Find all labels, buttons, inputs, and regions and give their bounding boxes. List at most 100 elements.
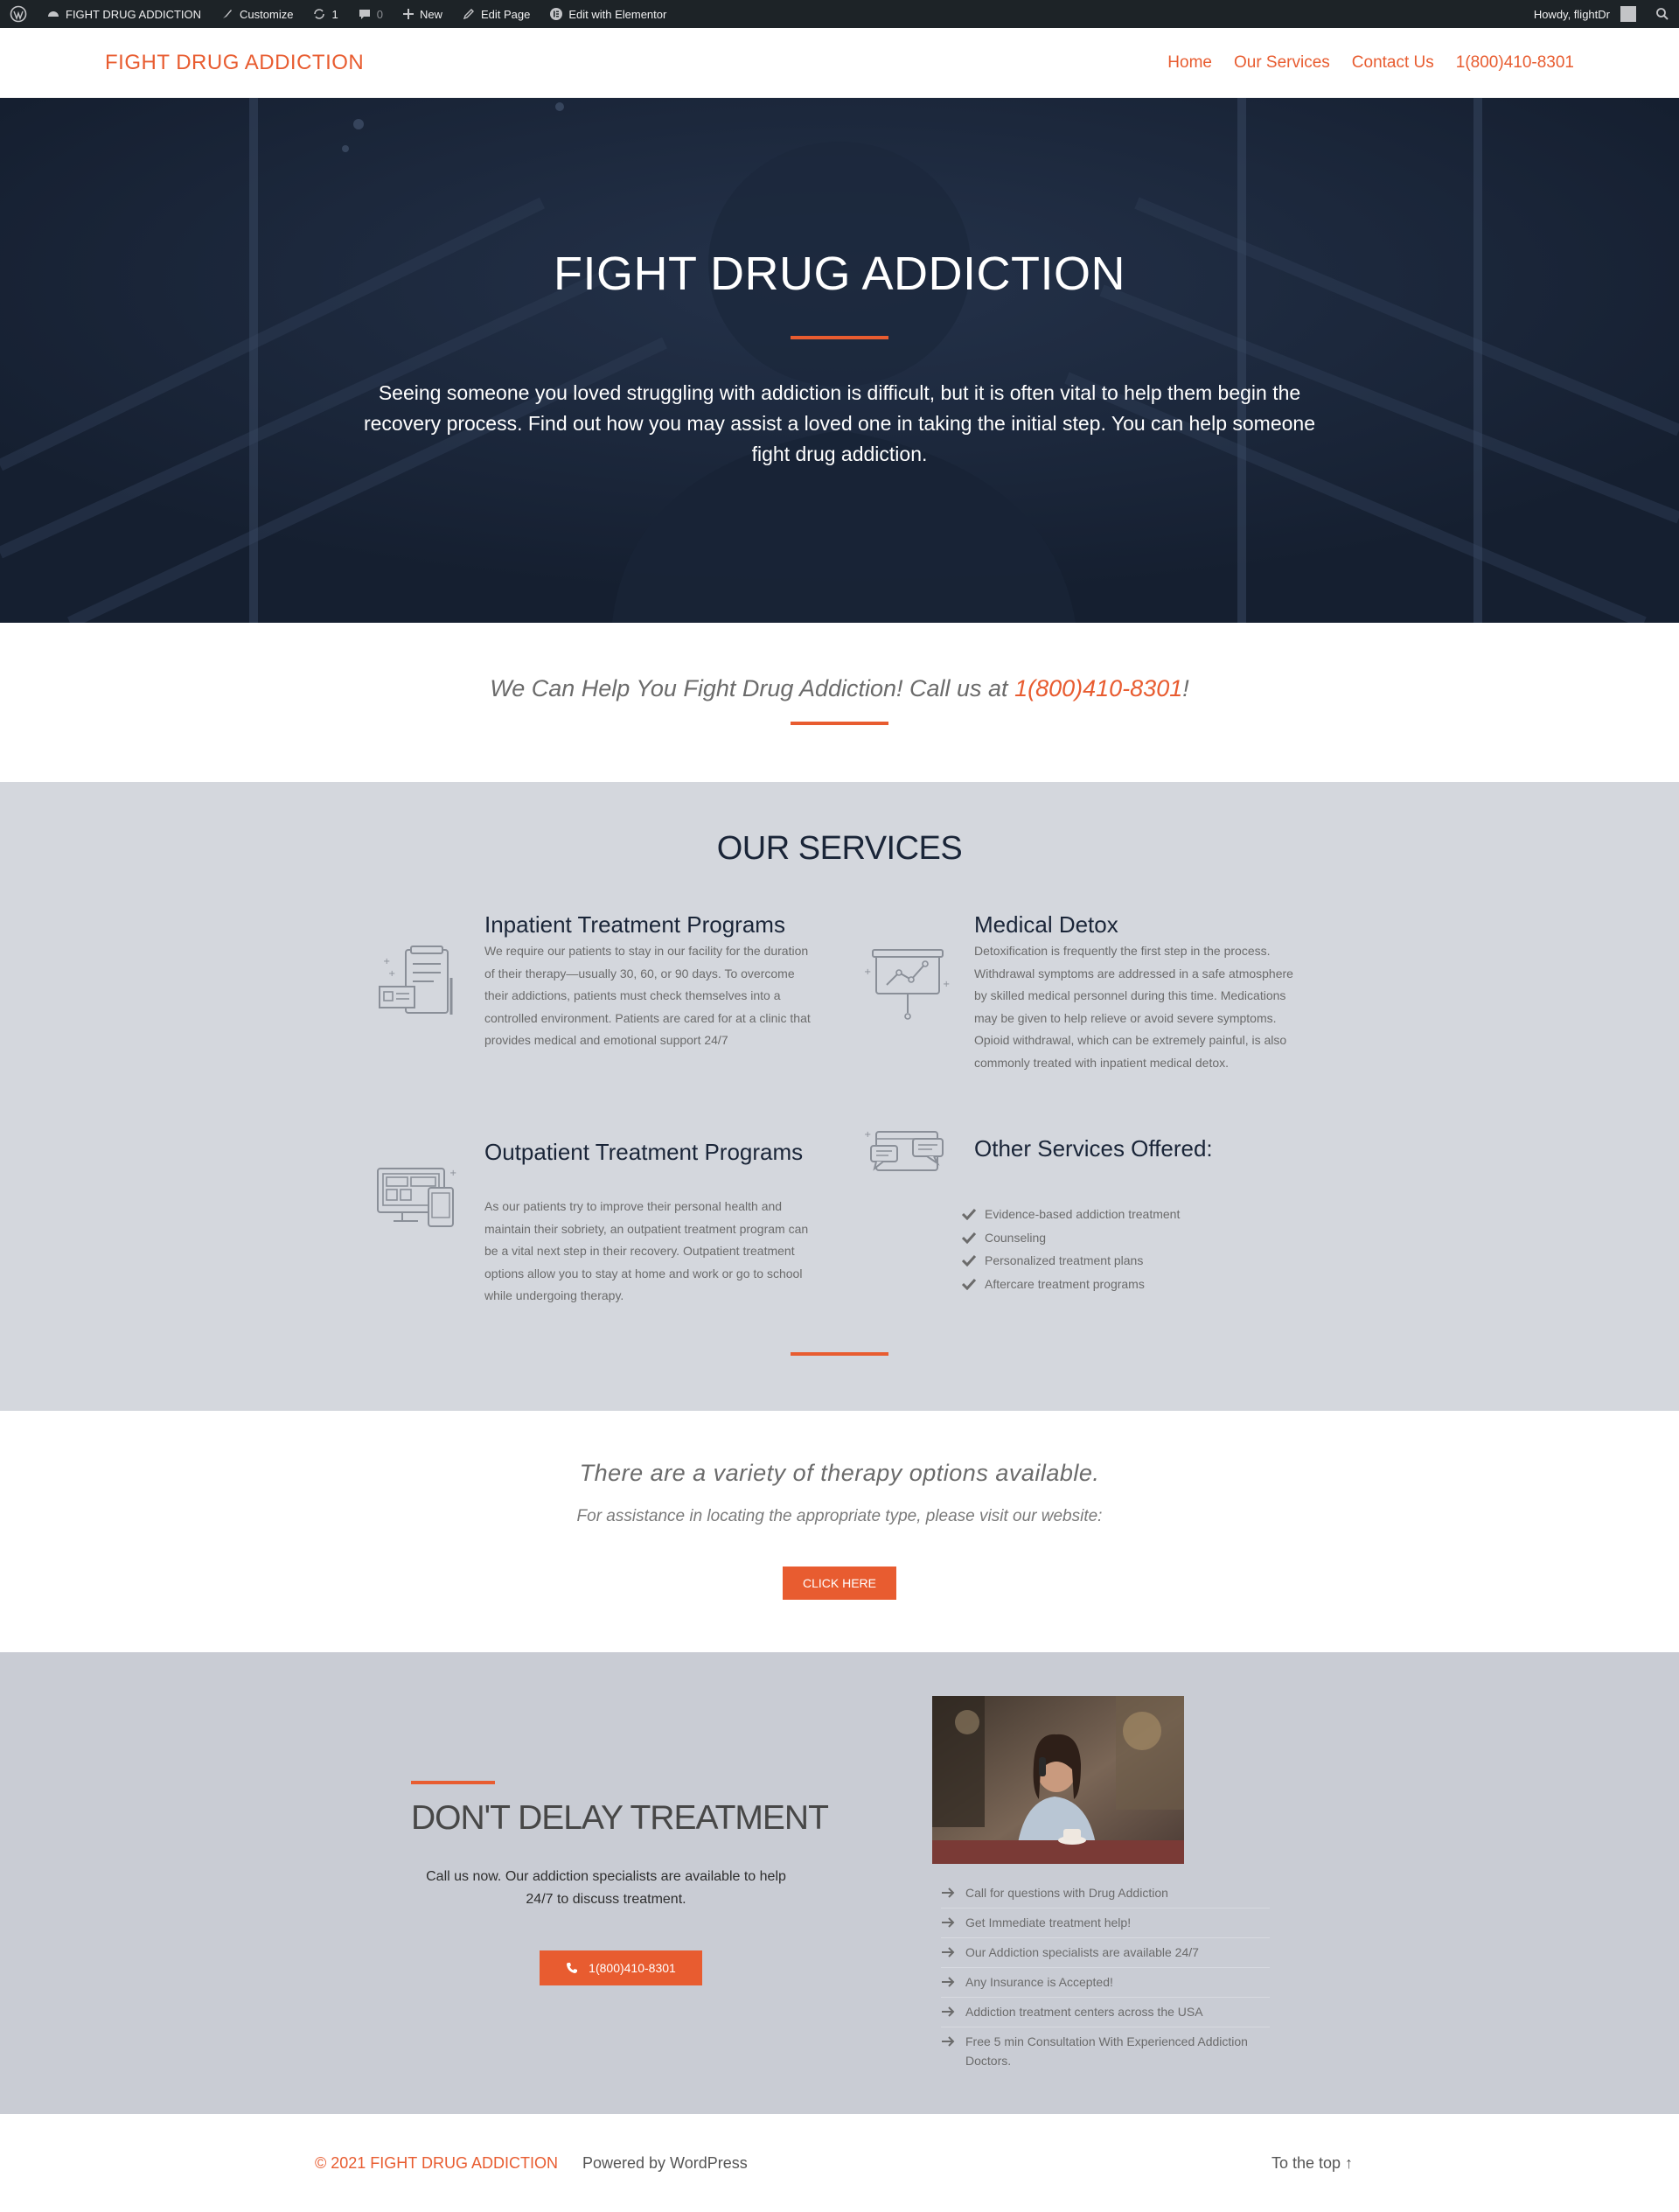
- benefit-label: Call for questions with Drug Addiction: [965, 1886, 1168, 1900]
- therapy-subtitle: For assistance in locating the appropria…: [576, 1507, 1103, 1525]
- site-footer: © 2021 FIGHT DRUG ADDICTION Powered by W…: [0, 2114, 1679, 2212]
- other-services-title: Other Services Offered:: [974, 1135, 1213, 1162]
- elementor-icon: [550, 8, 563, 20]
- arrow-right-icon: [942, 1977, 955, 1987]
- avatar: [1620, 6, 1636, 22]
- footer-powered-by[interactable]: Powered by WordPress: [582, 2154, 748, 2173]
- benefit-label: Any Insurance is Accepted!: [965, 1975, 1113, 1989]
- nav-home[interactable]: Home: [1167, 53, 1212, 73]
- other-services-list: Evidence-based addiction treatment Couns…: [962, 1203, 1180, 1295]
- admin-customize[interactable]: Customize: [211, 0, 303, 28]
- call-banner-lead: We Can Help You Fight Drug Addiction! Ca…: [490, 675, 1015, 701]
- outpatient-text: As our patients try to improve their per…: [484, 1199, 809, 1302]
- admin-edit-page-label: Edit Page: [480, 7, 531, 21]
- other-service-label: Aftercare treatment programs: [985, 1276, 1145, 1291]
- search-icon: [1656, 8, 1669, 20]
- admin-customize-label: Customize: [240, 7, 294, 21]
- delay-text: Call us now. Our addiction specialists a…: [426, 1869, 786, 1907]
- admin-edit-page[interactable]: Edit Page: [452, 0, 540, 28]
- admin-howdy: Howdy, flightDr: [1533, 7, 1610, 21]
- svg-text:+: +: [864, 967, 871, 977]
- benefit-label: Addiction treatment centers across the U…: [965, 2005, 1203, 2019]
- delay-heading: DON'T DELAY TREATMENT: [411, 1799, 829, 1837]
- admin-comments[interactable]: 0: [348, 0, 393, 28]
- svg-text:+: +: [864, 1130, 871, 1140]
- hero-text: Seeing someone you loved struggling with…: [363, 381, 1316, 465]
- click-here-button[interactable]: CLICK HERE: [783, 1567, 896, 1600]
- nav-phone[interactable]: 1(800)410-8301: [1456, 53, 1574, 73]
- therapy-section: There are a variety of therapy options a…: [0, 1411, 1679, 1652]
- call-banner-suffix: !: [1182, 675, 1189, 701]
- list-item: Free 5 min Consultation With Experienced…: [941, 2027, 1270, 2075]
- check-icon: [962, 1232, 976, 1244]
- site-title[interactable]: FIGHT DRUG ADDICTION: [105, 51, 364, 75]
- call-banner: We Can Help You Fight Drug Addiction! Ca…: [0, 623, 1679, 782]
- site-header: FIGHT DRUG ADDICTION Home Our Services C…: [0, 28, 1679, 98]
- list-item: Counseling: [962, 1226, 1180, 1250]
- list-item: Aftercare treatment programs: [962, 1273, 1180, 1296]
- svg-text:+: +: [383, 957, 390, 966]
- other-service-label: Personalized treatment plans: [985, 1253, 1144, 1268]
- svg-text:+: +: [449, 1169, 456, 1178]
- call-banner-phone[interactable]: 1(800)410-8301: [1014, 675, 1182, 701]
- comment-icon: [359, 10, 370, 19]
- other-service-label: Counseling: [985, 1230, 1047, 1245]
- admin-site-name[interactable]: FIGHT DRUG ADDICTION: [37, 0, 211, 28]
- admin-updates-count: 1: [331, 7, 338, 21]
- list-item: Any Insurance is Accepted!: [941, 1968, 1270, 1998]
- woman-on-phone-photo: [932, 1696, 1184, 1864]
- hero-background-image: [0, 98, 1679, 623]
- admin-account[interactable]: Howdy, flightDr: [1524, 0, 1646, 28]
- dont-delay-section: DON'T DELAY TREATMENT Call us now. Our a…: [0, 1652, 1679, 2114]
- admin-updates[interactable]: 1: [303, 0, 347, 28]
- to-top-link[interactable]: To the top ↑: [1271, 2154, 1353, 2173]
- call-banner-divider: [791, 722, 888, 725]
- delay-benefits-list: Call for questions with Drug Addiction G…: [941, 1879, 1270, 2075]
- check-icon: [962, 1255, 976, 1267]
- list-item: Personalized treatment plans: [962, 1249, 1180, 1273]
- wp-admin-bar: FIGHT DRUG ADDICTION Customize 1 0 New E…: [0, 0, 1679, 28]
- call-banner-text: We Can Help You Fight Drug Addiction! Ca…: [0, 675, 1679, 702]
- detox-text: Detoxification is frequently the first s…: [974, 944, 1293, 1070]
- clipboard-icon: + +: [379, 946, 453, 1015]
- benefit-label: Our Addiction specialists are available …: [965, 1945, 1199, 1959]
- chart-board-icon: + +: [864, 949, 950, 1020]
- list-item: Our Addiction specialists are available …: [941, 1938, 1270, 1968]
- call-phone-button[interactable]: 1(800)410-8301: [540, 1950, 702, 1985]
- hero-divider: [791, 336, 888, 339]
- hero-title: FIGHT DRUG ADDICTION: [553, 248, 1126, 300]
- svg-text:+: +: [388, 969, 395, 979]
- other-service-label: Evidence-based addiction treatment: [985, 1207, 1181, 1222]
- admin-edit-elementor[interactable]: Edit with Elementor: [540, 0, 676, 28]
- wordpress-icon: [10, 5, 27, 23]
- admin-site-name-label: FIGHT DRUG ADDICTION: [66, 7, 202, 21]
- plus-icon: [402, 9, 414, 19]
- list-item: Addiction treatment centers across the U…: [941, 1998, 1270, 2027]
- nav-our-services[interactable]: Our Services: [1234, 53, 1330, 73]
- admin-edit-elementor-label: Edit with Elementor: [568, 7, 667, 21]
- admin-new-label: New: [419, 7, 442, 21]
- wordpress-menu[interactable]: [0, 0, 37, 28]
- phone-icon: [567, 1963, 578, 1973]
- arrow-right-icon: [942, 1947, 955, 1957]
- outpatient-title: Outpatient Treatment Programs: [484, 1139, 804, 1165]
- admin-new[interactable]: New: [393, 0, 452, 28]
- dashboard-icon: [48, 11, 59, 17]
- devices-icon: +: [377, 1168, 456, 1227]
- main-nav: Home Our Services Contact Us 1(800)410-8…: [1167, 53, 1574, 73]
- check-icon: [962, 1209, 976, 1221]
- call-phone-button-label: 1(800)410-8301: [589, 1961, 676, 1975]
- footer-copyright[interactable]: © 2021 FIGHT DRUG ADDICTION: [315, 2154, 558, 2173]
- benefit-label: Free 5 min Consultation With Experienced…: [965, 2034, 1248, 2068]
- inpatient-text: We require our patients to stay in our f…: [484, 944, 811, 1047]
- nav-contact-us[interactable]: Contact Us: [1352, 53, 1434, 73]
- admin-search[interactable]: [1646, 0, 1679, 28]
- chat-bubbles-icon: +: [864, 1130, 944, 1171]
- pencil-icon: [463, 9, 474, 20]
- delay-divider: [411, 1781, 495, 1784]
- refresh-icon: [314, 9, 325, 19]
- list-item: Call for questions with Drug Addiction: [941, 1879, 1270, 1908]
- arrow-right-icon: [942, 2036, 955, 2047]
- benefit-label: Get Immediate treatment help!: [965, 1915, 1132, 1929]
- services-section: OUR SERVICES + + Inpatient Treatment Pro…: [0, 782, 1679, 1411]
